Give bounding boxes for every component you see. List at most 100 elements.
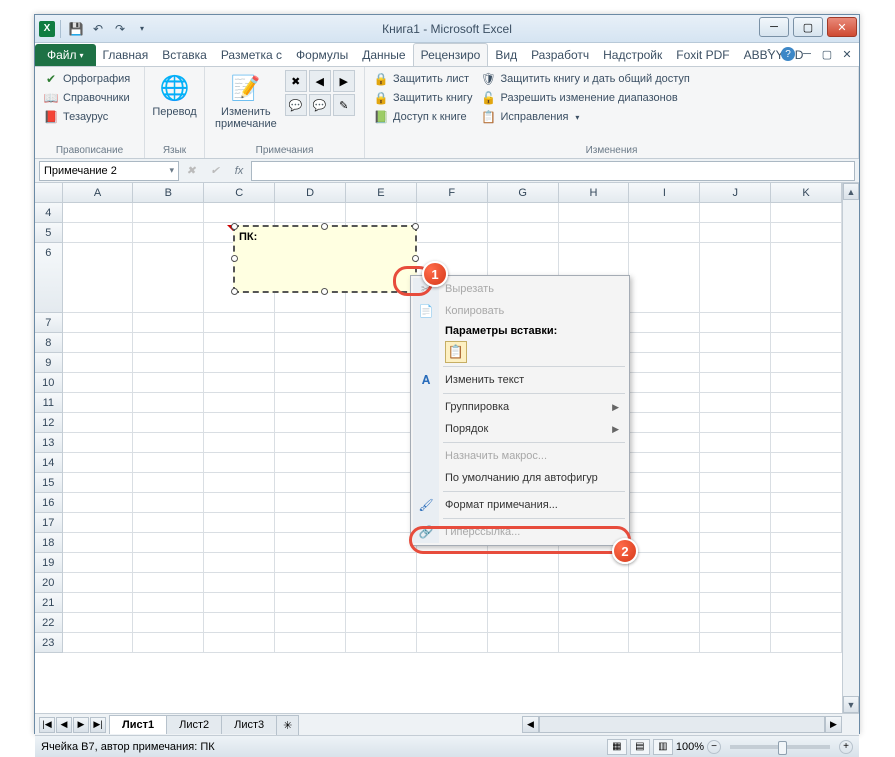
cell[interactable] — [771, 493, 842, 513]
cell[interactable] — [700, 203, 771, 223]
qat-dropdown-icon[interactable]: ▾ — [132, 19, 152, 39]
cell[interactable] — [63, 433, 134, 453]
row-header[interactable]: 19 — [35, 553, 63, 573]
cell[interactable] — [771, 553, 842, 573]
cell[interactable] — [417, 223, 488, 243]
row-header[interactable]: 11 — [35, 393, 63, 413]
cell[interactable] — [346, 353, 417, 373]
prev-comment-icon[interactable]: ◀ — [309, 70, 331, 92]
cell[interactable] — [629, 373, 700, 393]
cell[interactable] — [559, 593, 630, 613]
cell[interactable] — [559, 613, 630, 633]
row-header[interactable]: 7 — [35, 313, 63, 333]
cell[interactable] — [346, 553, 417, 573]
scroll-left-icon[interactable]: ◀ — [522, 716, 539, 733]
cell[interactable] — [204, 333, 275, 353]
cancel-icon[interactable]: ✖ — [181, 161, 201, 181]
cell[interactable] — [275, 633, 346, 653]
tab-foxit[interactable]: Foxit PDF — [669, 44, 736, 66]
cell[interactable] — [700, 513, 771, 533]
cell[interactable] — [488, 613, 559, 633]
tab-view[interactable]: Вид — [488, 44, 524, 66]
cell[interactable] — [771, 633, 842, 653]
name-box[interactable]: Примечание 2 — [39, 161, 179, 181]
tab-review[interactable]: Рецензиро — [413, 43, 489, 66]
cell[interactable] — [629, 413, 700, 433]
cell[interactable] — [346, 203, 417, 223]
cell[interactable] — [771, 593, 842, 613]
cell[interactable] — [133, 553, 204, 573]
col-header[interactable]: G — [488, 183, 559, 202]
cell[interactable] — [133, 413, 204, 433]
cell[interactable] — [559, 633, 630, 653]
cell[interactable] — [346, 573, 417, 593]
cell[interactable] — [700, 473, 771, 493]
cell[interactable] — [275, 353, 346, 373]
file-tab[interactable]: Файл▾ — [35, 44, 96, 66]
cell[interactable] — [417, 633, 488, 653]
cell[interactable] — [133, 593, 204, 613]
delete-comment-icon[interactable]: ✖ — [285, 70, 307, 92]
cell[interactable] — [488, 593, 559, 613]
cell[interactable] — [629, 353, 700, 373]
resize-handle[interactable] — [412, 255, 419, 262]
spelling-button[interactable]: ✔Орфография — [41, 70, 132, 88]
cell[interactable] — [771, 613, 842, 633]
cell[interactable] — [63, 393, 134, 413]
cell[interactable] — [204, 453, 275, 473]
cell[interactable] — [771, 573, 842, 593]
cell[interactable] — [275, 333, 346, 353]
cell[interactable] — [204, 613, 275, 633]
cell[interactable] — [204, 553, 275, 573]
resize-handle[interactable] — [231, 255, 238, 262]
share-book-button[interactable]: 📗Доступ к книге — [371, 108, 475, 126]
cell[interactable] — [346, 633, 417, 653]
close-button[interactable]: ✕ — [827, 17, 857, 37]
cell[interactable] — [133, 433, 204, 453]
cell[interactable] — [204, 413, 275, 433]
protect-share-button[interactable]: 🛡Защитить книгу и дать общий доступ — [479, 70, 692, 88]
col-header[interactable]: C — [204, 183, 275, 202]
cell[interactable] — [771, 223, 842, 243]
cell[interactable] — [629, 433, 700, 453]
cell[interactable] — [63, 513, 134, 533]
cell[interactable] — [63, 453, 134, 473]
cell[interactable] — [133, 533, 204, 553]
cell[interactable] — [275, 373, 346, 393]
cell[interactable] — [63, 533, 134, 553]
cell[interactable] — [133, 353, 204, 373]
cell[interactable] — [629, 633, 700, 653]
fx-icon[interactable]: fx — [229, 161, 249, 181]
cell[interactable] — [133, 373, 204, 393]
cell[interactable] — [204, 203, 275, 223]
cell[interactable] — [629, 513, 700, 533]
cell[interactable] — [346, 413, 417, 433]
cell[interactable] — [63, 373, 134, 393]
resize-handle[interactable] — [321, 288, 328, 295]
vertical-scrollbar[interactable]: ▲ ▼ — [842, 183, 859, 713]
cell[interactable] — [133, 453, 204, 473]
horizontal-scrollbar[interactable]: ◀ ▶ — [522, 716, 842, 733]
cell[interactable] — [346, 533, 417, 553]
col-header[interactable]: B — [133, 183, 204, 202]
doc-close-icon[interactable]: ✕ — [839, 46, 855, 62]
cell[interactable] — [700, 333, 771, 353]
cell[interactable] — [133, 513, 204, 533]
row-header[interactable]: 18 — [35, 533, 63, 553]
cell[interactable] — [204, 393, 275, 413]
col-header[interactable]: H — [559, 183, 630, 202]
new-sheet-button[interactable]: ✳ — [276, 715, 299, 735]
resize-handle[interactable] — [321, 223, 328, 230]
cell[interactable] — [275, 493, 346, 513]
enter-icon[interactable]: ✔ — [205, 161, 225, 181]
tab-developer[interactable]: Разработч — [524, 44, 596, 66]
tab-formulas[interactable]: Формулы — [289, 44, 355, 66]
cell[interactable] — [700, 393, 771, 413]
cell[interactable] — [629, 203, 700, 223]
cell[interactable] — [488, 223, 559, 243]
row-header[interactable]: 6 — [35, 243, 63, 313]
resize-handle[interactable] — [231, 288, 238, 295]
sheet-tab[interactable]: Лист1 — [109, 715, 167, 734]
row-header[interactable]: 9 — [35, 353, 63, 373]
cell[interactable] — [700, 553, 771, 573]
